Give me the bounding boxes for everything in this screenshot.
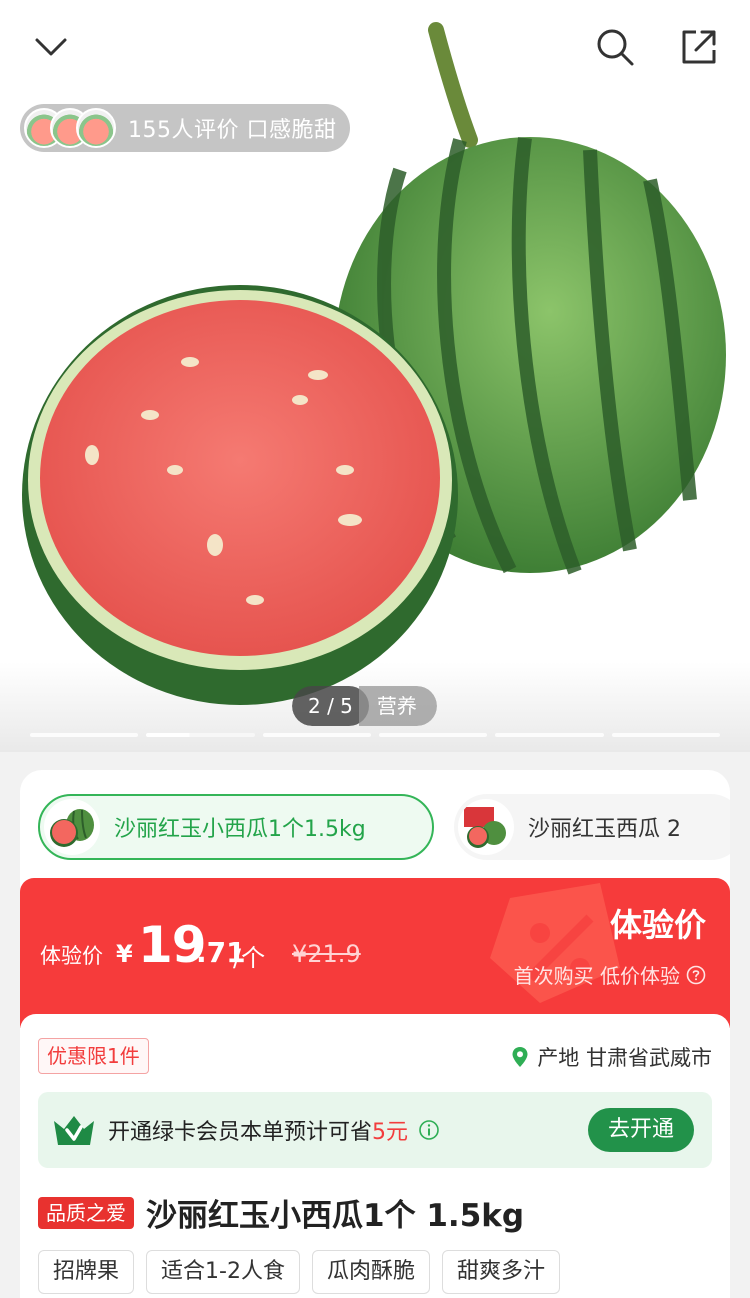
- image-pager[interactable]: 2 / 5 营养: [292, 686, 437, 726]
- carousel-progress: [30, 733, 720, 739]
- progress-segment: [30, 733, 139, 737]
- product-title-row: 品质之爱 沙丽红玉小西瓜1个 1.5kg: [38, 1190, 524, 1235]
- review-summary-text: 155人评价 口感脆甜: [128, 118, 337, 143]
- chevron-down-icon: [35, 38, 67, 56]
- variant-option[interactable]: 沙丽红玉西瓜 2: [454, 794, 730, 860]
- member-promo-text: 开通绿卡会员本单预计可省5元: [108, 1114, 408, 1146]
- price-currency: ¥: [116, 940, 133, 968]
- progress-segment: [611, 733, 720, 737]
- variant-label: 沙丽红玉西瓜 2: [528, 817, 681, 842]
- variant-label: 沙丽红玉小西瓜1个1.5kg: [114, 817, 366, 842]
- help-icon: [686, 965, 706, 984]
- progress-segment: [378, 733, 488, 737]
- quality-tag: 品质之爱: [38, 1196, 134, 1229]
- progress-segment-active: [146, 733, 255, 737]
- origin-info: 产地 甘肃省武威市: [511, 1042, 712, 1072]
- share-button[interactable]: [674, 22, 724, 72]
- feature-tag: 适合1-2人食: [146, 1250, 300, 1294]
- watermelon-box-thumb-icon: [464, 807, 506, 848]
- variant-option-selected[interactable]: 沙丽红玉小西瓜1个1.5kg: [38, 794, 434, 860]
- member-savings-amount: 5元: [372, 1120, 409, 1145]
- review-summary-pill[interactable]: 155人评价 口感脆甜: [20, 104, 350, 152]
- share-icon: [682, 30, 716, 64]
- activate-membership-button[interactable]: 去开通: [588, 1108, 694, 1152]
- reviewer-avatars: [24, 108, 116, 148]
- variant-thumbnail: [44, 799, 100, 855]
- back-button[interactable]: [26, 22, 76, 72]
- progress-segment: [262, 733, 371, 737]
- location-pin-icon: [512, 1047, 528, 1067]
- search-icon: [597, 29, 634, 66]
- price-label: 体验价: [40, 944, 103, 968]
- product-detail-panel: 优惠限1件 产地 甘肃省武威市 开通绿卡会员本单预计可省5元 去开通 品质之爱 …: [20, 1014, 730, 1298]
- product-info-card: 沙丽红玉小西瓜1个1.5kg 沙丽红玉西瓜 2 体验价 ¥ 19 .71 /个 …: [20, 770, 730, 1298]
- member-crown-icon: [54, 1116, 94, 1145]
- price-unit: /个: [233, 944, 266, 972]
- variant-thumbnail: [458, 799, 514, 855]
- member-promo-prefix: 开通绿卡会员本单预计可省: [108, 1120, 373, 1145]
- experience-price-subtitle[interactable]: 首次购买 低价体验: [514, 960, 706, 989]
- variant-selector: 沙丽红玉小西瓜1个1.5kg 沙丽红玉西瓜 2: [38, 794, 730, 860]
- pager-tab-nutrition[interactable]: 营养: [358, 686, 437, 726]
- feature-tag: 瓜肉酥脆: [311, 1250, 430, 1294]
- origin-text: 产地 甘肃省武威市: [537, 1046, 712, 1070]
- search-button[interactable]: [590, 22, 640, 72]
- feature-tag: 甜爽多汁: [441, 1250, 560, 1294]
- price-banner: 体验价 ¥ 19 .71 /个 ¥21.9 体验价 首次购买 低价体验: [20, 878, 730, 1028]
- product-title: 沙丽红玉小西瓜1个 1.5kg: [146, 1198, 525, 1234]
- feature-tag: 招牌果: [38, 1250, 135, 1294]
- avatar: [76, 108, 116, 148]
- original-price: ¥21.9: [292, 940, 361, 968]
- progress-segment: [495, 733, 604, 737]
- limit-badge: 优惠限1件: [38, 1038, 149, 1074]
- feature-tags: 招牌果 适合1-2人食 瓜肉酥脆 甜爽多汁: [38, 1250, 560, 1294]
- experience-price-subtitle-text: 首次购买 低价体验: [513, 964, 680, 988]
- member-promo-bar[interactable]: 开通绿卡会员本单预计可省5元 去开通: [38, 1092, 712, 1168]
- watermelon-thumb-icon: [50, 809, 94, 847]
- product-image-carousel[interactable]: 155人评价 口感脆甜 2 / 5 营养: [0, 0, 750, 752]
- experience-price-title: 体验价: [609, 906, 706, 944]
- product-detail-page: 155人评价 口感脆甜 2 / 5 营养 沙丽红玉小西瓜1个1.5kg 沙丽红玉…: [0, 0, 750, 1298]
- info-icon[interactable]: [418, 1119, 440, 1141]
- pager-count: 2 / 5: [292, 686, 369, 726]
